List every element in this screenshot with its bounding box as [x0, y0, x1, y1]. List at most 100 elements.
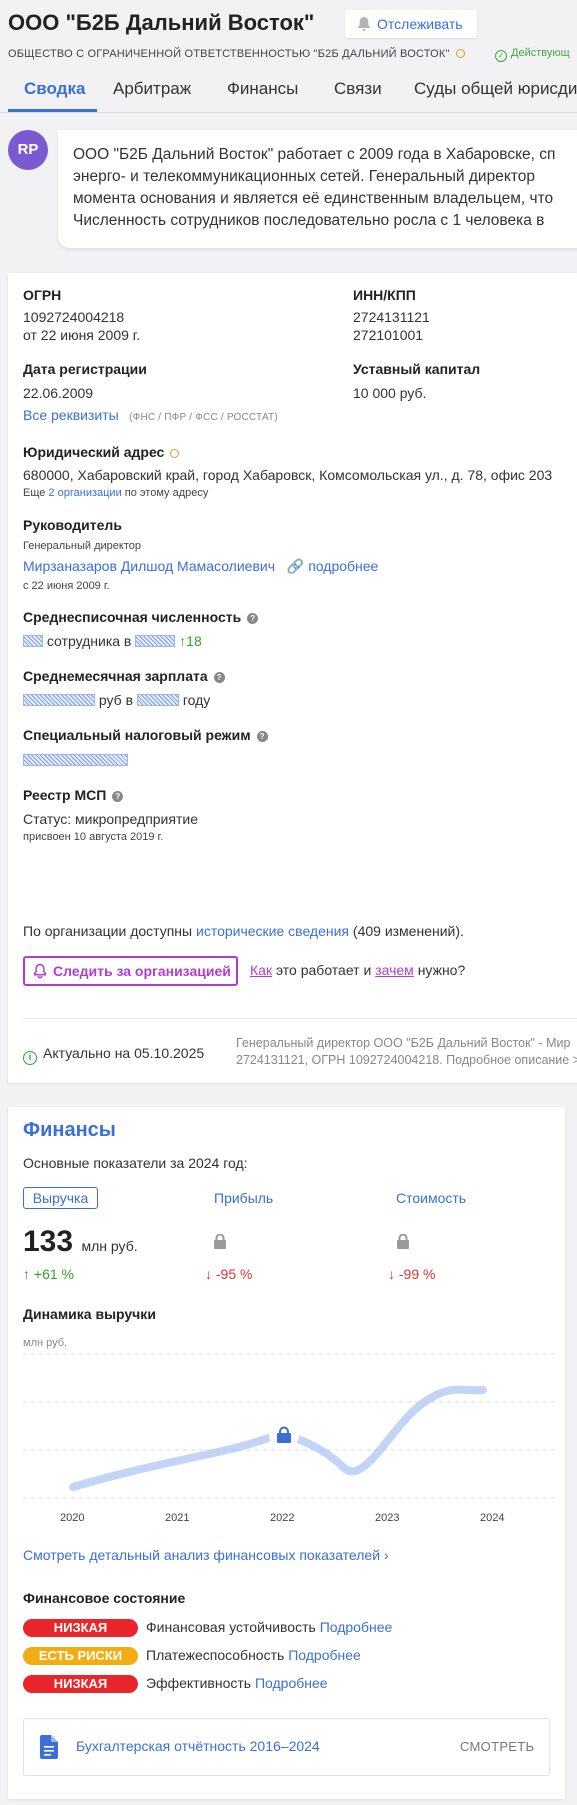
ogrn-value: 1092724004218	[23, 309, 125, 325]
history-link[interactable]: исторические сведения	[196, 923, 349, 939]
accounting-report-row[interactable]: Бухгалтерская отчётность 2016–2024 СМОТР…	[23, 1718, 550, 1776]
summary-text: ООО "Б2Б Дальний Восток" работает с 2009…	[73, 146, 556, 229]
why-link[interactable]: зачем	[375, 962, 414, 978]
tab-finance[interactable]: Финансы	[227, 79, 298, 99]
tax-label: Специальный налоговый режим?	[23, 727, 268, 743]
head-label: Руководитель	[23, 517, 122, 533]
revenue-change: ↑ +61 %	[23, 1266, 74, 1282]
address-label: Юридический адрес	[23, 444, 180, 460]
head-row: Мирзаназаров Дилшод Мамасолиевич 🔗 подро…	[23, 558, 378, 575]
staff-delta: 18	[186, 633, 202, 649]
msp-label: Реестр МСП?	[23, 787, 124, 803]
salary-label: Среднемесячная зарплата?	[23, 668, 225, 684]
revenue-value: 133	[23, 1225, 74, 1258]
ai-summary: RP ООО "Б2Б Дальний Восток" работает с 2…	[8, 130, 577, 258]
follow-button[interactable]: Отслеживать	[345, 10, 477, 38]
address-more: Еще 2 организации по этому адресу	[23, 487, 209, 499]
how-link[interactable]: Как	[250, 962, 272, 978]
details-link[interactable]: Подробнее	[288, 1647, 361, 1663]
active-tab-indicator	[8, 109, 97, 112]
tab-value[interactable]: Стоимость	[396, 1190, 466, 1206]
tab-arbitration[interactable]: Арбитраж	[113, 79, 191, 99]
lock-icon	[396, 1233, 410, 1254]
finance-card: Финансы Основные показатели за 2024 год:…	[8, 1107, 565, 1799]
clock-icon	[170, 449, 180, 458]
company-header: ООО "Б2Б Дальний Восток" Отслеживать ОБЩ…	[0, 0, 577, 113]
analysis-link[interactable]: Смотреть детальный анализ финансовых пок…	[23, 1547, 389, 1563]
document-icon	[40, 1735, 58, 1759]
how-it-works-row: Как это работает и зачем нужно?	[250, 962, 466, 978]
state-badge: ЕСТЬ РИСКИ	[23, 1647, 138, 1665]
all-requisites-note: (ФНС / ПФР / ФСС / РОССТАТ)	[129, 412, 278, 423]
tab-courts[interactable]: Суды общей юрисди	[414, 79, 577, 99]
year-label: 2022	[270, 1512, 295, 1524]
hidden-value[interactable]	[136, 694, 179, 706]
all-requisites-row: Все реквизиты (ФНС / ПФР / ФСС / РОССТАТ…	[23, 407, 278, 425]
arrow-down-icon: ↓	[205, 1266, 212, 1282]
year-label: 2023	[375, 1512, 400, 1524]
footer-description: Генеральный директор ООО "Б2Б Дальний Во…	[236, 1036, 577, 1067]
requisites-card: ОГРН 1092724004218 от 22 июня 2009 г. ИН…	[8, 273, 577, 1083]
state-row: Финансовая устойчивость Подробнее	[146, 1619, 393, 1635]
arrow-up-icon: ↑	[23, 1266, 30, 1282]
ogrn-date: от 22 июня 2009 г.	[23, 327, 141, 343]
finance-subtitle: Основные показатели за 2024 год:	[23, 1155, 248, 1171]
kpp-value: 272101001	[353, 327, 424, 343]
tab-connections[interactable]: Связи	[334, 79, 382, 99]
msp-status: Статус: микропредприятие	[23, 811, 198, 827]
help-icon[interactable]: ?	[247, 613, 259, 624]
avatar: RP	[8, 130, 48, 170]
address-value: 680000, Хабаровский край, город Хабаровс…	[23, 467, 553, 483]
arrow-down-icon: ↓	[388, 1266, 395, 1282]
head-name-link[interactable]: Мирзаназаров Дилшод Мамасолиевич	[23, 558, 275, 574]
hidden-value[interactable]	[23, 635, 43, 647]
tab-summary[interactable]: Сводка	[24, 79, 85, 99]
help-icon[interactable]: ?	[213, 672, 225, 683]
capital-label: Уставный капитал	[353, 361, 481, 377]
tax-row	[23, 752, 128, 770]
tab-revenue[interactable]: Выручка	[23, 1187, 98, 1209]
address-orgs-link[interactable]: 2 организации	[48, 487, 121, 499]
clock-icon	[455, 49, 465, 58]
details-link[interactable]: Подробнее	[255, 1675, 328, 1691]
summary-bubble: ООО "Б2Б Дальний Восток" работает с 2009…	[58, 130, 577, 248]
finance-title: Финансы	[23, 1119, 116, 1141]
actual-date: i Актуально на 05.10.2025	[23, 1045, 204, 1065]
help-icon[interactable]: ?	[256, 731, 268, 742]
chevron-right-icon: ›	[383, 1547, 389, 1563]
hidden-value[interactable]	[23, 694, 95, 706]
state-row: Платежеспособность Подробнее	[146, 1647, 361, 1663]
hidden-value[interactable]	[23, 754, 128, 766]
revenue-unit: млн руб.	[81, 1238, 138, 1254]
company-title: ООО "Б2Б Дальний Восток"	[8, 10, 315, 35]
all-requisites-link[interactable]: Все реквизиты	[23, 407, 119, 423]
company-full-name: ОБЩЕСТВО С ОГРАНИЧЕННОЙ ОТВЕТСТВЕННОСТЬЮ…	[8, 48, 465, 60]
state-title: Финансовое состояние	[23, 1590, 186, 1606]
staff-label: Среднесписочная численность?	[23, 609, 259, 625]
details-link[interactable]: Подробнее	[320, 1619, 393, 1635]
track-organization-button[interactable]: Следить за организацией	[23, 956, 238, 986]
bell-icon	[358, 17, 370, 31]
state-row: Эффективность Подробнее	[146, 1675, 328, 1691]
year-label: 2024	[480, 1512, 505, 1524]
chart-unit: млн руб.	[23, 1337, 68, 1349]
msp-date: присвоен 10 августа 2019 г.	[23, 831, 164, 843]
year-label: 2021	[165, 1512, 190, 1524]
salary-row: руб в году	[23, 692, 210, 708]
reg-date-label: Дата регистрации	[23, 361, 147, 377]
status-badge: ✓ Действующ	[495, 47, 570, 62]
link-icon: 🔗	[286, 558, 305, 574]
head-since: с 22 июня 2009 г.	[23, 580, 110, 592]
revenue-figure: 133 млн руб.	[23, 1225, 138, 1259]
bell-icon	[33, 963, 47, 979]
lock-icon	[213, 1233, 227, 1254]
tab-profit[interactable]: Прибыль	[214, 1190, 273, 1206]
report-view-button[interactable]: СМОТРЕТЬ	[460, 1739, 534, 1754]
ogrn-label: ОГРН	[23, 287, 62, 303]
divider	[23, 1018, 577, 1019]
inn-value: 2724131121	[353, 309, 430, 325]
info-icon: i	[23, 1051, 37, 1065]
hidden-value[interactable]	[135, 635, 176, 647]
help-icon[interactable]: ?	[112, 791, 124, 802]
head-more-link[interactable]: 🔗 подробнее	[287, 558, 378, 574]
